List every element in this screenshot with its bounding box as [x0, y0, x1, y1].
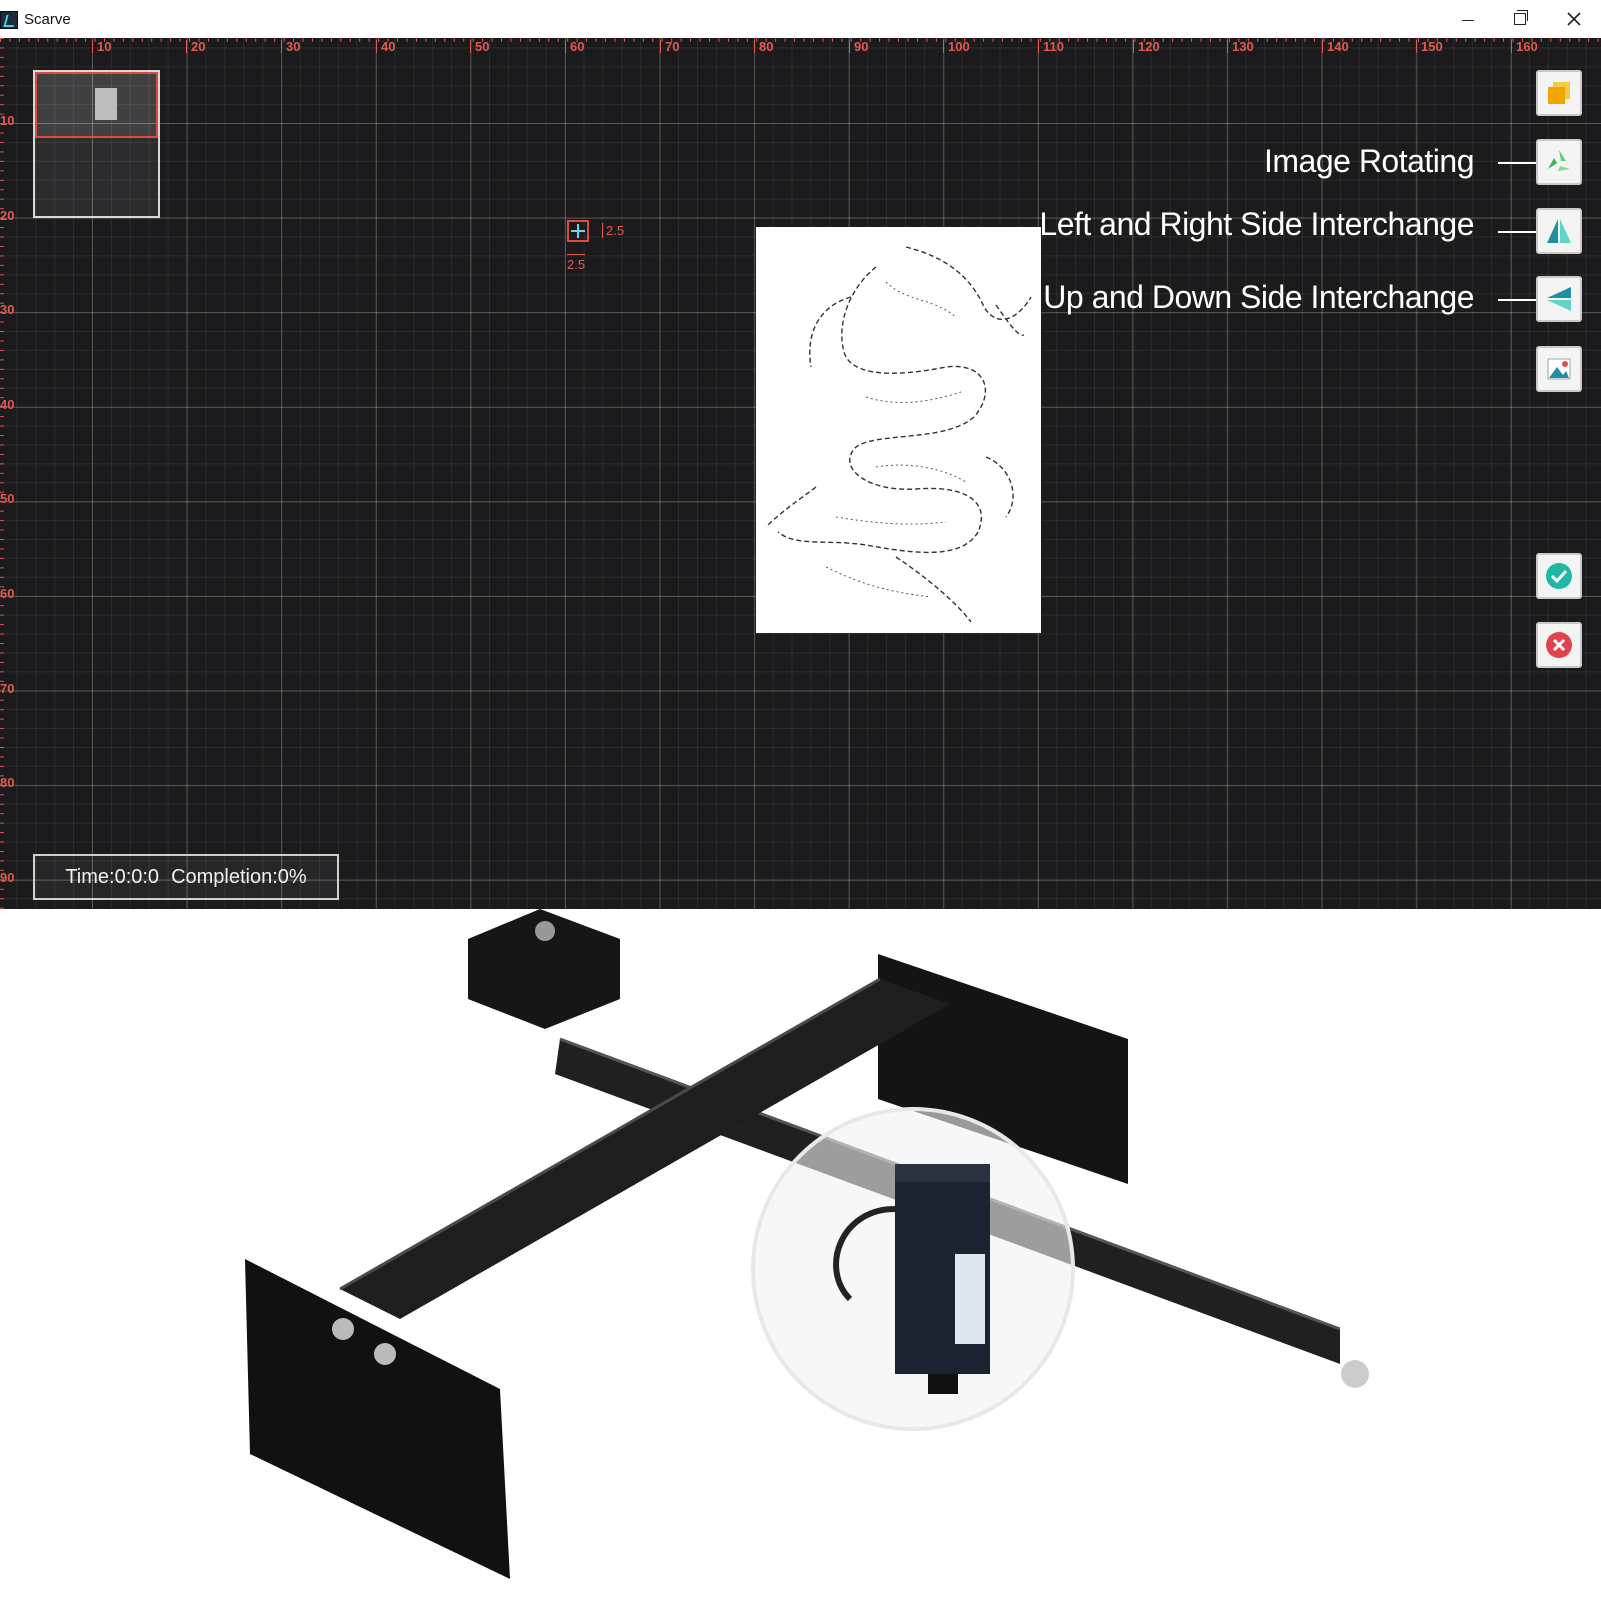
rotate-callout-line	[1498, 162, 1536, 164]
status-box: Time:0:0:0 Completion:0%	[33, 854, 339, 900]
laser-engraver-illustration	[245, 909, 1369, 1579]
flip-horizontal-button[interactable]	[1536, 208, 1582, 254]
ruler-x-tick: 90	[849, 40, 868, 53]
rotate-label: Image Rotating	[1263, 143, 1475, 179]
confirm-icon	[1546, 563, 1572, 589]
ruler-y-tick: 30	[0, 302, 15, 317]
ruler-x-tick: 70	[660, 40, 679, 53]
flip-vertical-label: Up and Down Side Interchange	[1043, 279, 1474, 315]
flip-horizontal-label: Left and Right Side Interchange	[1039, 206, 1474, 242]
status-completion: Completion:0%	[171, 865, 307, 888]
ruler-x-tick: 60	[565, 40, 584, 53]
app-icon	[0, 11, 18, 29]
ruler-x-tick: 130	[1227, 40, 1254, 53]
rotate-icon	[1548, 150, 1570, 171]
minimize-button[interactable]	[1446, 4, 1490, 34]
ruler-x-tick: 100	[943, 40, 970, 53]
layers-button[interactable]	[1536, 70, 1582, 116]
cancel-button[interactable]	[1536, 622, 1582, 668]
preview-viewport[interactable]	[35, 72, 158, 138]
restore-icon	[1514, 10, 1528, 25]
ruler-x-tick: 120	[1133, 40, 1160, 53]
window-title: Scarve	[24, 11, 71, 28]
ruler-x-tick: 80	[754, 40, 773, 53]
ruler-y-tick: 40	[0, 397, 15, 412]
confirm-button[interactable]	[1536, 553, 1582, 599]
ruler-y-tick: 10	[0, 113, 15, 128]
ruler-x-tick: 110	[1038, 40, 1064, 53]
close-icon	[1567, 12, 1581, 26]
layers-icon	[1548, 82, 1570, 104]
ruler-y-tick: 90	[0, 870, 15, 885]
flip-vertical-icon	[1547, 287, 1571, 311]
cancel-icon	[1546, 632, 1572, 658]
origin-marker-icon[interactable]	[567, 220, 589, 242]
rotate-button[interactable]	[1536, 139, 1582, 185]
ruler-y-tick: 50	[0, 491, 15, 506]
dragon-artwork-drawing	[765, 246, 1032, 623]
ruler-y-tick: 70	[0, 681, 15, 696]
title-bar: Scarve	[0, 0, 1601, 38]
preview-navigator[interactable]	[33, 70, 160, 218]
preview-thumbnail	[95, 88, 117, 120]
ruler-x-tick: 160	[1511, 40, 1538, 53]
flip-horizontal-icon	[1547, 219, 1571, 243]
ruler-x-tick: 20	[186, 40, 205, 53]
ruler-x-tick: 10	[92, 40, 111, 53]
marker-height-label: 2.5	[567, 254, 586, 272]
image-button[interactable]	[1536, 346, 1582, 392]
image-icon	[1547, 358, 1571, 380]
restore-button[interactable]	[1498, 4, 1542, 34]
ruler-y-tick: 20	[0, 208, 15, 223]
engraving-canvas[interactable]: 10 20 30 40 50 60 70 80 90 100 110 120 1…	[0, 38, 1601, 909]
flip-vertical-button[interactable]	[1536, 276, 1582, 322]
marker-width-label: 2.5	[602, 223, 624, 238]
ruler-x-tick: 30	[281, 40, 300, 53]
ruler-x-tick: 50	[470, 40, 489, 53]
laser-engraver-photo	[0, 909, 1601, 1601]
ruler-y-tick: 80	[0, 775, 15, 790]
ruler-x-tick: 40	[376, 40, 395, 53]
ruler-x-tick: 150	[1416, 40, 1443, 53]
dragon-artwork[interactable]	[756, 227, 1041, 633]
close-button[interactable]	[1552, 4, 1596, 34]
flip-vertical-callout-line	[1498, 299, 1536, 301]
minimize-icon	[1462, 19, 1474, 21]
horizontal-ruler	[0, 38, 1601, 56]
flip-horizontal-callout-line	[1498, 231, 1536, 233]
status-time: Time:0:0:0	[65, 865, 160, 888]
ruler-y-tick: 60	[0, 586, 15, 601]
ruler-x-tick: 140	[1322, 40, 1349, 53]
